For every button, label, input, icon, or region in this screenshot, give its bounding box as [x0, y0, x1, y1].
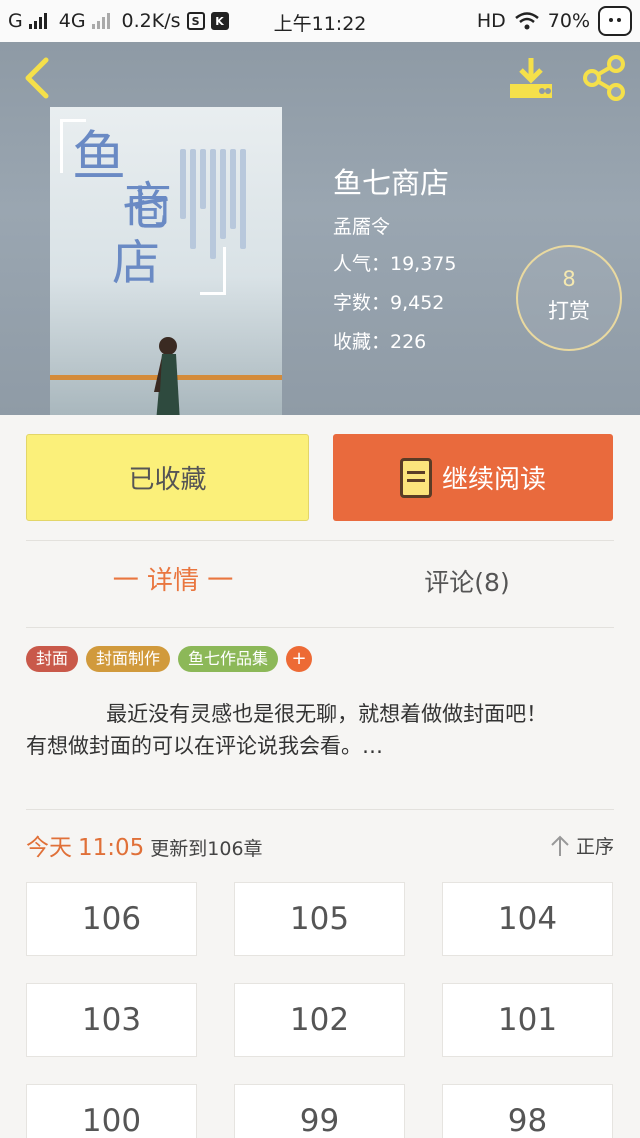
- status-left: G 4G 0.2K/s S K: [8, 10, 268, 32]
- book-cover[interactable]: 鱼 七 商 店: [50, 107, 282, 415]
- s-app-icon: S: [186, 12, 205, 30]
- reward-button[interactable]: 8 打赏: [516, 245, 622, 351]
- sort-toggle[interactable]: 正序: [550, 832, 614, 859]
- add-tag-button[interactable]: +: [286, 646, 313, 672]
- collected-button[interactable]: 已收藏: [26, 434, 309, 521]
- collected-label: 已收藏: [128, 465, 207, 495]
- book-author[interactable]: 孟靥令: [333, 212, 456, 239]
- hd-label: HD: [476, 10, 506, 32]
- chapter-grid: 106 105 104 103 102 101 100 99 98: [26, 882, 614, 1138]
- network-speed: 0.2K/s: [121, 10, 181, 32]
- k-app-icon: K: [210, 12, 229, 30]
- status-right: HD 70%: [477, 6, 632, 36]
- tab-detail[interactable]: 一 详情 一: [26, 560, 320, 597]
- book-description[interactable]: 最近没有灵感也是很无聊，就想着做做封面吧！ 有想做封面的可以在评论说我会看。…: [26, 698, 614, 762]
- book-icon: [399, 457, 432, 498]
- reward-count: 8: [562, 267, 576, 291]
- signal-icon: [28, 13, 47, 29]
- book-popularity: 人气：19,375: [333, 253, 457, 275]
- continue-reading-label: 继续阅读: [441, 465, 546, 495]
- tag-cover-making[interactable]: 封面制作: [86, 646, 171, 672]
- tag-cover[interactable]: 封面: [26, 646, 79, 672]
- signal-2-icon: [91, 13, 110, 29]
- tab-comments[interactable]: 评论(8): [320, 563, 614, 599]
- book-favorites: 收藏：226: [333, 331, 427, 353]
- update-day: 今天: [26, 835, 72, 861]
- chapter-item[interactable]: 101: [442, 983, 613, 1057]
- chapter-item[interactable]: 105: [234, 882, 405, 956]
- tag-collection[interactable]: 鱼七作品集: [178, 646, 279, 672]
- chapter-item[interactable]: 104: [442, 882, 613, 956]
- status-bar: G 4G 0.2K/s S K 上午11:22 HD 70%: [0, 0, 640, 42]
- book-info: 鱼七商店 孟靥令 人气：19,375 字数：9,452 收藏：226: [333, 160, 456, 366]
- reward-label: 打赏: [548, 299, 590, 323]
- cover-title-art: 鱼 七 商 店: [72, 125, 173, 292]
- arrow-up-icon: [551, 835, 569, 856]
- tag-list: 封面 封面制作 鱼七作品集 +: [26, 646, 313, 672]
- divider: [26, 627, 614, 628]
- chapter-item[interactable]: 106: [26, 882, 197, 956]
- divider: [26, 540, 614, 541]
- chapter-item[interactable]: 100: [26, 1084, 197, 1138]
- wifi-icon: [514, 12, 539, 30]
- chapter-item[interactable]: 98: [442, 1084, 613, 1138]
- book-word-count: 字数：9,452: [333, 292, 445, 314]
- book-header: 鱼 七 商 店 鱼七商店 孟靥令 人气：19,375 字数：9,452 收藏：2…: [0, 42, 640, 415]
- update-time: 11:05: [78, 835, 145, 861]
- network-label: G: [8, 10, 23, 32]
- latest-update[interactable]: 今天 11:05 更新到106章: [26, 828, 263, 862]
- battery-level: 70%: [547, 10, 590, 32]
- book-title: 鱼七商店: [333, 166, 450, 200]
- cover-girl-figure: [154, 337, 180, 415]
- chapter-item[interactable]: 103: [26, 983, 197, 1057]
- update-text: 更新到106章: [150, 838, 263, 860]
- continue-reading-button[interactable]: 继续阅读: [333, 434, 613, 521]
- sort-label: 正序: [575, 836, 614, 858]
- chapter-item[interactable]: 102: [234, 983, 405, 1057]
- cover-small-text: [180, 149, 246, 259]
- back-icon[interactable]: [18, 56, 58, 100]
- download-icon[interactable]: [506, 54, 556, 100]
- divider: [26, 809, 614, 810]
- share-icon[interactable]: [580, 54, 628, 102]
- pet-avatar-icon: [598, 6, 632, 36]
- network-4g-label: 4G: [58, 10, 86, 32]
- chapter-item[interactable]: 99: [234, 1084, 405, 1138]
